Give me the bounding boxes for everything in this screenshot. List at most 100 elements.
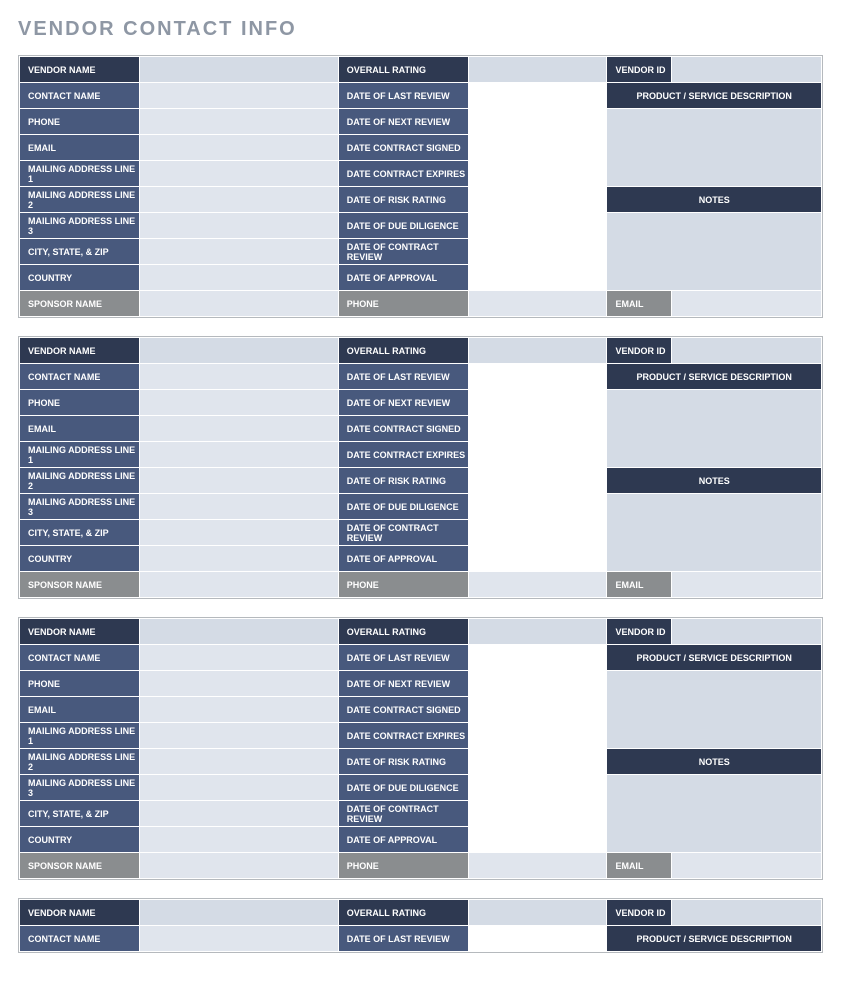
- date-contract-signed-value[interactable]: [469, 135, 607, 161]
- sponsor-name-label: SPONSOR NAME: [20, 572, 140, 598]
- date-last-review-value[interactable]: [469, 645, 607, 671]
- notes-value[interactable]: [607, 494, 822, 572]
- mailing-3-label: MAILING ADDRESS LINE 3: [20, 494, 140, 520]
- date-approval-value[interactable]: [469, 265, 607, 291]
- date-approval-label: DATE OF APPROVAL: [338, 827, 468, 853]
- contact-name-value[interactable]: [140, 926, 338, 952]
- notes-value[interactable]: [607, 775, 822, 853]
- contact-name-value[interactable]: [140, 645, 338, 671]
- date-risk-rating-value[interactable]: [469, 749, 607, 775]
- country-value[interactable]: [140, 265, 338, 291]
- country-value[interactable]: [140, 827, 338, 853]
- vendor-id-value[interactable]: [671, 338, 821, 364]
- vendor-name-value[interactable]: [140, 900, 338, 926]
- date-contract-review-value[interactable]: [469, 520, 607, 546]
- phone-value[interactable]: [140, 671, 338, 697]
- date-risk-rating-value[interactable]: [469, 187, 607, 213]
- date-next-review-value[interactable]: [469, 671, 607, 697]
- mailing-1-label: MAILING ADDRESS LINE 1: [20, 442, 140, 468]
- vendor-block: VENDOR NAME OVERALL RATING VENDOR ID CON…: [18, 336, 823, 599]
- mailing-1-value[interactable]: [140, 723, 338, 749]
- date-last-review-value[interactable]: [469, 364, 607, 390]
- mailing-1-value[interactable]: [140, 442, 338, 468]
- date-last-review-label: DATE OF LAST REVIEW: [338, 364, 468, 390]
- date-last-review-value[interactable]: [469, 83, 607, 109]
- sponsor-phone-label: PHONE: [338, 853, 468, 879]
- vendor-name-label: VENDOR NAME: [20, 338, 140, 364]
- city-state-zip-label: CITY, STATE, & ZIP: [20, 801, 140, 827]
- sponsor-phone-value[interactable]: [469, 853, 607, 879]
- vendor-name-value[interactable]: [140, 619, 338, 645]
- date-contract-review-value[interactable]: [469, 239, 607, 265]
- mailing-3-value[interactable]: [140, 775, 338, 801]
- date-due-diligence-value[interactable]: [469, 213, 607, 239]
- email-value[interactable]: [140, 697, 338, 723]
- email-value[interactable]: [140, 416, 338, 442]
- date-due-diligence-label: DATE OF DUE DILIGENCE: [338, 494, 468, 520]
- product-service-desc-value[interactable]: [607, 390, 822, 468]
- sponsor-phone-value[interactable]: [469, 291, 607, 317]
- date-risk-rating-value[interactable]: [469, 468, 607, 494]
- overall-rating-value[interactable]: [469, 57, 607, 83]
- date-last-review-value[interactable]: [469, 926, 607, 952]
- date-contract-review-label: DATE OF CONTRACT REVIEW: [338, 801, 468, 827]
- vendor-id-value[interactable]: [671, 57, 821, 83]
- country-value[interactable]: [140, 546, 338, 572]
- vendor-id-value[interactable]: [671, 900, 821, 926]
- date-due-diligence-label: DATE OF DUE DILIGENCE: [338, 213, 468, 239]
- sponsor-name-value[interactable]: [140, 291, 338, 317]
- date-approval-value[interactable]: [469, 546, 607, 572]
- date-next-review-label: DATE OF NEXT REVIEW: [338, 671, 468, 697]
- vendor-name-value[interactable]: [140, 338, 338, 364]
- city-state-zip-value[interactable]: [140, 801, 338, 827]
- phone-value[interactable]: [140, 390, 338, 416]
- sponsor-phone-value[interactable]: [469, 572, 607, 598]
- notes-value[interactable]: [607, 213, 822, 291]
- vendor-block: VENDOR NAME OVERALL RATING VENDOR ID CON…: [18, 898, 823, 953]
- product-service-desc-value[interactable]: [607, 109, 822, 187]
- vendor-name-label: VENDOR NAME: [20, 57, 140, 83]
- date-contract-expires-value[interactable]: [469, 723, 607, 749]
- sponsor-email-value[interactable]: [671, 853, 821, 879]
- city-state-zip-value[interactable]: [140, 520, 338, 546]
- mailing-2-value[interactable]: [140, 749, 338, 775]
- overall-rating-value[interactable]: [469, 619, 607, 645]
- city-state-zip-value[interactable]: [140, 239, 338, 265]
- date-next-review-value[interactable]: [469, 109, 607, 135]
- sponsor-email-value[interactable]: [671, 572, 821, 598]
- mailing-2-value[interactable]: [140, 187, 338, 213]
- overall-rating-value[interactable]: [469, 338, 607, 364]
- vendor-id-value[interactable]: [671, 619, 821, 645]
- phone-value[interactable]: [140, 109, 338, 135]
- date-contract-signed-value[interactable]: [469, 416, 607, 442]
- mailing-1-value[interactable]: [140, 161, 338, 187]
- mailing-2-value[interactable]: [140, 468, 338, 494]
- product-service-desc-value[interactable]: [607, 671, 822, 749]
- contact-name-value[interactable]: [140, 83, 338, 109]
- vendor-id-label: VENDOR ID: [607, 338, 671, 364]
- vendor-id-label: VENDOR ID: [607, 619, 671, 645]
- date-contract-review-value[interactable]: [469, 801, 607, 827]
- page-title: VENDOR CONTACT INFO: [18, 18, 823, 41]
- sponsor-name-value[interactable]: [140, 572, 338, 598]
- date-approval-value[interactable]: [469, 827, 607, 853]
- date-contract-expires-value[interactable]: [469, 442, 607, 468]
- vendor-name-label: VENDOR NAME: [20, 619, 140, 645]
- email-value[interactable]: [140, 135, 338, 161]
- sponsor-email-label: EMAIL: [607, 291, 671, 317]
- date-next-review-value[interactable]: [469, 390, 607, 416]
- date-due-diligence-label: DATE OF DUE DILIGENCE: [338, 775, 468, 801]
- date-contract-review-label: DATE OF CONTRACT REVIEW: [338, 239, 468, 265]
- date-due-diligence-value[interactable]: [469, 494, 607, 520]
- sponsor-email-value[interactable]: [671, 291, 821, 317]
- product-service-desc-label: PRODUCT / SERVICE DESCRIPTION: [607, 645, 822, 671]
- date-contract-signed-value[interactable]: [469, 697, 607, 723]
- mailing-3-value[interactable]: [140, 213, 338, 239]
- contact-name-value[interactable]: [140, 364, 338, 390]
- overall-rating-value[interactable]: [469, 900, 607, 926]
- date-contract-expires-value[interactable]: [469, 161, 607, 187]
- mailing-3-value[interactable]: [140, 494, 338, 520]
- date-due-diligence-value[interactable]: [469, 775, 607, 801]
- sponsor-name-value[interactable]: [140, 853, 338, 879]
- vendor-name-value[interactable]: [140, 57, 338, 83]
